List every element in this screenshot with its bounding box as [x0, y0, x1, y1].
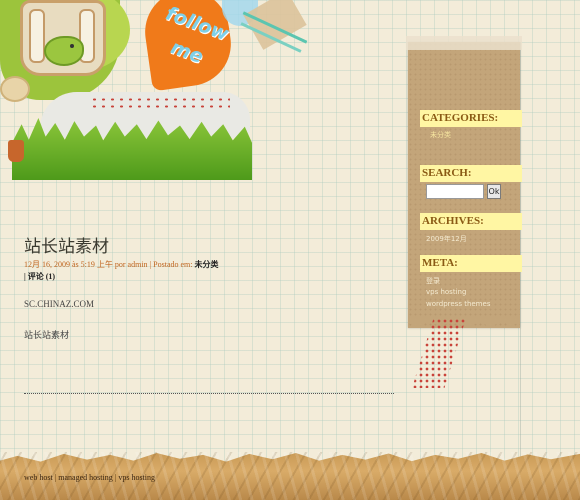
- post-body-line: 站长站素材: [24, 330, 70, 340]
- meta-heading: META:: [420, 255, 522, 272]
- post-title[interactable]: 站长站素材: [24, 232, 109, 257]
- window-pane: [29, 9, 45, 63]
- category-item[interactable]: 未分类: [430, 130, 451, 140]
- bird-icon: [44, 36, 84, 66]
- shell-decoration: [0, 76, 30, 102]
- post-body-line: SC.CHINAZ.COM: [24, 299, 95, 309]
- meta-item-themes[interactable]: wordpress themes: [426, 300, 490, 308]
- footer-link-vps-hosting[interactable]: vps hosting: [118, 473, 155, 482]
- meta-item-vps[interactable]: vps hosting: [426, 288, 466, 296]
- footer-link-web-host[interactable]: web host: [24, 473, 53, 482]
- post-meta: 12月 16, 2009 às 5:19 上午 por admin | Post…: [24, 259, 354, 283]
- footer-link-managed-hosting[interactable]: managed hosting: [58, 473, 112, 482]
- search-button[interactable]: Ok: [487, 184, 501, 199]
- categories-heading: CATEGORIES:: [420, 110, 522, 127]
- post-author: por admin | Postado em:: [112, 260, 195, 269]
- post-date: 12月 16, 2009 às 5:19 上午: [24, 260, 113, 269]
- post-category-link[interactable]: 未分类: [194, 260, 218, 269]
- search-heading: SEARCH:: [420, 165, 522, 182]
- meta-item-login[interactable]: 登录: [426, 276, 440, 286]
- tape-decoration: [406, 36, 522, 50]
- pot-decoration: [8, 140, 24, 162]
- archives-heading: ARCHIVES:: [420, 213, 522, 230]
- dots-decoration: [412, 318, 466, 388]
- search-input[interactable]: [426, 184, 484, 199]
- post-comments-link[interactable]: | 评论 (1): [24, 272, 55, 281]
- post-divider: [24, 393, 394, 394]
- footer-links: web host | managed hosting | vps hosting: [24, 473, 155, 482]
- header-illustration: follow me: [0, 0, 310, 190]
- archive-item[interactable]: 2009年12月: [426, 234, 467, 244]
- grid-rule: [520, 42, 521, 462]
- dots-decoration: [90, 96, 230, 110]
